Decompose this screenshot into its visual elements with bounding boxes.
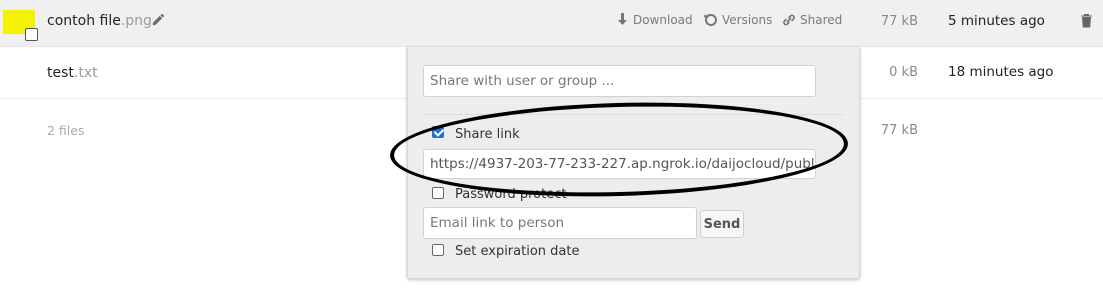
versions-label: Versions bbox=[722, 13, 773, 27]
share-with-placeholder: Share with user or group ... bbox=[430, 73, 615, 89]
password-protect-label: Password protect bbox=[455, 187, 567, 202]
shared-action[interactable]: Shared bbox=[782, 13, 842, 27]
history-icon bbox=[704, 13, 717, 26]
file-modified: 18 minutes ago bbox=[948, 64, 1054, 80]
download-label: Download bbox=[633, 13, 693, 27]
expiration-date-checkbox[interactable] bbox=[432, 244, 444, 256]
file-basename: contoh file bbox=[47, 13, 121, 29]
share-link-url: https://4937-203-77-233-227.ap.ngrok.io/… bbox=[430, 156, 816, 172]
file-extension: .png bbox=[120, 13, 152, 29]
share-divider bbox=[423, 114, 843, 115]
delete-trash-icon[interactable] bbox=[1080, 13, 1093, 32]
file-modified: 5 minutes ago bbox=[948, 13, 1045, 29]
file-basename: test bbox=[47, 65, 74, 81]
file-extension: .txt bbox=[73, 65, 98, 81]
total-size: 77 kB bbox=[880, 123, 918, 138]
file-row-contoh-file[interactable]: contoh file.png Download Versions Shared… bbox=[0, 0, 1103, 47]
download-icon bbox=[618, 13, 627, 25]
file-select-checkbox[interactable] bbox=[25, 28, 38, 41]
link-icon bbox=[783, 14, 795, 26]
file-size: 77 kB bbox=[880, 14, 918, 29]
shared-label: Shared bbox=[800, 13, 843, 27]
expiration-date-label: Set expiration date bbox=[455, 244, 580, 259]
rename-pencil-icon[interactable] bbox=[151, 12, 166, 31]
email-link-input[interactable]: Email link to person bbox=[423, 207, 697, 239]
download-action[interactable]: Download bbox=[616, 13, 693, 27]
file-size: 0 kB bbox=[889, 65, 918, 80]
file-count: 2 files bbox=[47, 123, 85, 138]
password-protect-checkbox[interactable] bbox=[432, 187, 444, 199]
share-link-checkbox[interactable] bbox=[432, 126, 444, 138]
share-dropdown: Share with user or group ... Share link … bbox=[407, 47, 860, 279]
versions-action[interactable]: Versions bbox=[704, 13, 772, 27]
email-link-placeholder: Email link to person bbox=[430, 215, 565, 231]
file-name[interactable]: test.txt bbox=[47, 65, 98, 81]
file-name[interactable]: contoh file.png bbox=[47, 13, 152, 29]
share-link-url-field[interactable]: https://4937-203-77-233-227.ap.ngrok.io/… bbox=[423, 149, 816, 179]
send-button[interactable]: Send bbox=[700, 210, 744, 238]
share-with-input[interactable]: Share with user or group ... bbox=[423, 65, 816, 97]
share-link-label: Share link bbox=[455, 127, 520, 142]
